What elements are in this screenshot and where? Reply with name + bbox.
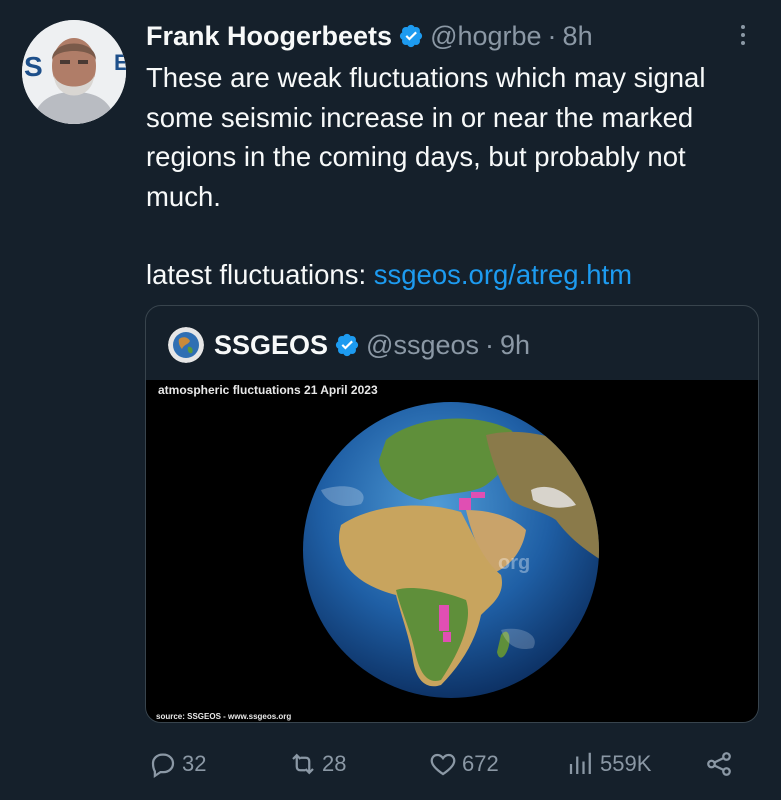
repost-count: 28 xyxy=(322,751,347,776)
share-icon xyxy=(707,752,731,776)
quoted-tweet[interactable]: SSGEOS @ssgeos · 9h atmospheric fluctuat… xyxy=(145,305,759,723)
repost-icon xyxy=(292,753,314,775)
globe-image xyxy=(303,402,599,698)
svg-text:E: E xyxy=(114,50,126,75)
quoted-author-handle[interactable]: @ssgeos xyxy=(366,330,479,361)
tweet-timestamp[interactable]: 8h xyxy=(563,21,593,52)
tweet-header: Frank Hoogerbeets @hogrbe · 8h xyxy=(146,18,593,54)
repost-button[interactable]: 28 xyxy=(288,744,346,784)
like-button[interactable]: 672 xyxy=(428,744,499,784)
tweet-paragraph-2: latest fluctuations: ssgeos.org/atreg.ht… xyxy=(146,255,766,295)
author-name[interactable]: Frank Hoogerbeets xyxy=(146,21,392,52)
author-handle[interactable]: @hogrbe xyxy=(430,21,541,52)
quoted-separator-dot: · xyxy=(485,329,495,360)
tweet-paragraph-2-prefix: latest fluctuations: xyxy=(146,259,374,290)
separator-dot: · xyxy=(547,20,557,51)
quoted-media-image[interactable]: atmospheric fluctuations 21 April 2023 o… xyxy=(146,380,758,722)
views-count: 559K xyxy=(600,751,652,776)
svg-text:S: S xyxy=(24,51,43,82)
tweet-actions: 32 28 672 559K xyxy=(0,744,781,784)
quoted-author-avatar[interactable] xyxy=(168,327,204,363)
media-source: source: SSGEOS - www.ssgeos.org xyxy=(156,712,292,721)
views-button[interactable]: 559K xyxy=(566,744,651,784)
views-icon xyxy=(569,752,591,774)
reply-icon xyxy=(151,753,175,778)
reply-count: 32 xyxy=(182,751,207,776)
verified-badge-icon xyxy=(399,24,423,48)
media-title: atmospheric fluctuations 21 April 2023 xyxy=(158,383,378,397)
share-button[interactable] xyxy=(704,744,738,784)
like-count: 672 xyxy=(462,751,499,776)
quoted-author-name[interactable]: SSGEOS xyxy=(214,330,328,361)
tweet-paragraph-1: These are weak fluctuations which may si… xyxy=(146,62,706,212)
tweet-text: These are weak fluctuations which may si… xyxy=(146,58,766,295)
verified-badge-icon xyxy=(335,333,359,357)
author-avatar[interactable]: S E xyxy=(22,20,126,124)
reply-button[interactable]: 32 xyxy=(148,744,206,784)
media-watermark: org xyxy=(498,552,531,574)
more-icon[interactable] xyxy=(733,20,753,50)
quoted-timestamp[interactable]: 9h xyxy=(500,330,530,361)
like-icon xyxy=(430,753,456,776)
quoted-tweet-header: SSGEOS @ssgeos · 9h xyxy=(168,326,530,364)
tweet-link[interactable]: ssgeos.org/atreg.htm xyxy=(374,259,632,290)
